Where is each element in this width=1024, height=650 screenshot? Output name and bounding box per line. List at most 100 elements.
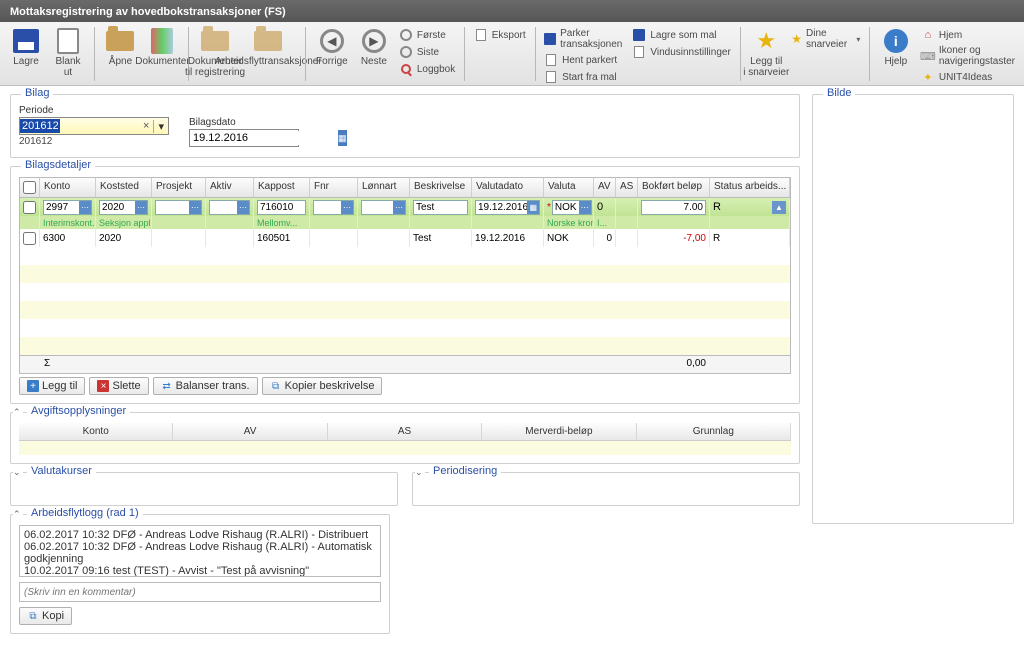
arrow-up-icon[interactable]: ▲	[772, 201, 786, 214]
calendar-icon[interactable]: ▦	[338, 130, 347, 146]
lookup-icon[interactable]: ⋯	[393, 201, 405, 214]
park-button[interactable]: Parker transaksjonen	[541, 27, 627, 51]
grid-footer: Σ 0,00	[20, 355, 790, 373]
avgift-panel: ⌃ Avgiftsopplysninger Konto AV AS Merver…	[10, 412, 800, 464]
previous-button[interactable]: ◀ Forrige	[312, 25, 352, 69]
copy-icon: ⧉	[270, 380, 282, 392]
lookup-icon[interactable]: ⋯	[79, 201, 91, 214]
export-button[interactable]: Eksport	[471, 27, 529, 43]
avgift-col-merverdi: Merverdi-beløp	[482, 423, 636, 440]
export-icon	[474, 28, 488, 42]
help-button[interactable]: i Hjelp	[876, 25, 916, 69]
grid-header: Konto Koststed Prosjekt Aktiv Kappost Fn…	[20, 178, 790, 198]
row-checkbox[interactable]	[23, 201, 36, 214]
calendar-icon[interactable]: ▦	[527, 201, 539, 214]
window-settings-button[interactable]: Vindusinnstillinger	[629, 44, 733, 60]
start-template-button[interactable]: Start fra mal	[541, 69, 627, 85]
add-row-button[interactable]: +Legg til	[19, 377, 85, 395]
icons-help-link[interactable]: ⌨Ikoner og navigeringstaster	[918, 44, 1018, 68]
add-shortcut-button[interactable]: ★ Legg til i snarveier	[746, 25, 786, 80]
col-beskrivelse[interactable]: Beskrivelse	[410, 178, 472, 197]
home-link[interactable]: ⌂Hjem	[918, 27, 1018, 43]
col-koststed[interactable]: Koststed	[96, 178, 152, 197]
collapse-icon[interactable]: ⌃	[13, 509, 23, 519]
bulb-icon: ✦	[921, 70, 935, 84]
col-prosjekt[interactable]: Prosjekt	[152, 178, 206, 197]
arrow-left-icon: ◀	[318, 27, 346, 55]
collapse-icon[interactable]: ⌄	[415, 467, 425, 477]
col-as[interactable]: AS	[616, 178, 638, 197]
clear-button[interactable]: Blank ut	[48, 25, 88, 80]
folder-small-icon	[544, 53, 558, 67]
periode-input[interactable]: × ▾	[19, 117, 169, 135]
select-all-checkbox[interactable]	[23, 181, 36, 194]
col-kappost[interactable]: Kappost	[254, 178, 310, 197]
col-konto[interactable]: Konto	[40, 178, 96, 197]
col-fnr[interactable]: Fnr	[310, 178, 358, 197]
doc-small-icon	[544, 70, 558, 84]
lookup-icon[interactable]: ⋯	[579, 201, 591, 214]
collapse-icon[interactable]: ⌄	[13, 467, 23, 477]
last-button[interactable]: Siste	[396, 44, 458, 60]
copy-log-button[interactable]: ⧉Kopi	[19, 607, 72, 625]
next-button[interactable]: ▶ Neste	[354, 25, 394, 69]
col-lonnart[interactable]: Lønnart	[358, 178, 410, 197]
first-icon	[399, 28, 413, 42]
periodisering-panel: ⌄ Periodisering	[412, 472, 800, 506]
balance-button[interactable]: ⇄Balanser trans.	[153, 377, 258, 395]
fetch-parked-button[interactable]: Hent parkert	[541, 52, 627, 68]
lookup-icon[interactable]: ⋯	[341, 201, 353, 214]
documents-button[interactable]: Dokumenter	[142, 25, 182, 69]
bilagsdato-input[interactable]: ▦	[189, 129, 299, 147]
col-aktiv[interactable]: Aktiv	[206, 178, 254, 197]
col-status[interactable]: Status arbeids...	[710, 178, 790, 197]
folder-open-icon	[106, 27, 134, 55]
unit4ideas-link[interactable]: ✦UNIT4Ideas	[918, 69, 1018, 85]
total-value: 0,00	[638, 356, 710, 373]
col-valutadato[interactable]: Valutadato	[472, 178, 544, 197]
row-checkbox[interactable]	[23, 232, 36, 245]
col-av[interactable]: AV	[594, 178, 616, 197]
col-bokfort[interactable]: Bokført beløp	[638, 178, 710, 197]
collapse-icon[interactable]: ⌃	[13, 407, 23, 417]
lookup-icon[interactable]: ⋯	[237, 201, 249, 214]
balance-icon: ⇄	[161, 380, 173, 392]
main-toolbar: Lagre Blank ut Åpne Dokumenter Dokumente…	[0, 22, 1024, 86]
comment-input[interactable]	[19, 582, 381, 602]
valutakurser-legend: Valutakurser	[27, 465, 96, 477]
chevron-down-icon[interactable]: ▾	[153, 120, 168, 133]
avgift-col-grunnlag: Grunnlag	[637, 423, 791, 440]
save-button[interactable]: Lagre	[6, 25, 46, 69]
folder-icon	[254, 27, 282, 55]
first-button[interactable]: Første	[396, 27, 458, 43]
lookup-icon[interactable]: ⋯	[135, 201, 147, 214]
window-titlebar: Mottaksregistrering av hovedbokstransaks…	[0, 0, 1024, 22]
table-row[interactable]: 2997⋯ 2020⋯ ⋯ ⋯ 716010 ⋯ ⋯ Test 19.12.20…	[20, 198, 790, 216]
logbook-button[interactable]: Loggbok	[396, 61, 458, 77]
sigma-label: Σ	[40, 356, 96, 373]
copy-description-button[interactable]: ⧉Kopier beskrivelse	[262, 377, 383, 395]
lookup-icon[interactable]: ⋯	[189, 201, 201, 214]
bilde-legend: Bilde	[823, 87, 855, 99]
avgift-col-av: AV	[173, 423, 327, 440]
col-valuta[interactable]: Valuta	[544, 178, 594, 197]
delete-row-button[interactable]: ×Slette	[89, 377, 148, 395]
your-shortcuts-button[interactable]: ★Dine snarveier▾	[788, 27, 863, 51]
bilagsdato-field[interactable]	[190, 131, 338, 145]
flytlogg-legend: Arbeidsflytlogg (rad 1)	[27, 507, 143, 519]
details-legend: Bilagsdetaljer	[21, 159, 95, 171]
log-textarea[interactable]: 06.02.2017 10:32 DFØ - Andreas Lodve Ris…	[19, 525, 381, 577]
workflow-button[interactable]: Arbeidsflyttransaksjoner	[237, 25, 299, 69]
disk-small-icon	[632, 28, 646, 42]
arrow-right-icon: ▶	[360, 27, 388, 55]
periode-field[interactable]	[20, 119, 60, 133]
gear-icon	[632, 45, 646, 59]
periode-clear-icon[interactable]: ×	[139, 120, 153, 132]
table-row[interactable]: 6300 2020 160501 Test 19.12.2016 NOK 0 -…	[20, 229, 790, 247]
save-template-button[interactable]: Lagre som mal	[629, 27, 733, 43]
star-icon: ★	[791, 32, 802, 46]
bilag-panel: Bilag Periode × ▾ 201612 Bilagsdato	[10, 94, 800, 158]
grid-body: 2997⋯ 2020⋯ ⋯ ⋯ 716010 ⋯ ⋯ Test 19.12.20…	[20, 198, 790, 355]
documents-register-button[interactable]: Dokumenter til registrering	[195, 25, 235, 80]
home-icon: ⌂	[921, 28, 935, 42]
